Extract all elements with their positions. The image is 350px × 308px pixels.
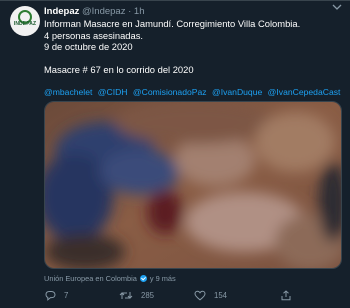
display-name[interactable]: Indepaz: [44, 6, 79, 17]
avatar-logo-text: INDEPAZ: [13, 21, 37, 27]
like-button[interactable]: 154: [194, 290, 227, 301]
mentions: @mbachelet @CIDH @ComisionadoPaz @IvanDu…: [44, 87, 343, 97]
credit-name: Unión Europea en Colombia: [44, 274, 137, 283]
tweet-text: Informan Masacre en Jamundí. Corregimien…: [44, 18, 342, 76]
top-divider: [0, 0, 350, 1]
user-handle[interactable]: @Indepaz: [82, 6, 125, 17]
tweet-media-image[interactable]: [44, 101, 342, 269]
share-button[interactable]: [280, 290, 292, 301]
reply-count: 7: [64, 291, 69, 300]
media-credit[interactable]: Unión Europea en Colombia y 9 más: [44, 274, 176, 283]
retweet-icon: [119, 290, 133, 301]
mention-link[interactable]: @CIDH: [98, 87, 128, 97]
mention-link[interactable]: @ComisionadoPaz: [133, 87, 207, 97]
share-icon: [280, 290, 292, 301]
action-bar: 7 285 154: [44, 290, 342, 304]
tweet-header: Indepaz @Indepaz · 1h: [44, 6, 145, 17]
mention-link[interactable]: @IvanDuque: [212, 87, 262, 97]
mention-link[interactable]: @IvanCepedaCast: [268, 87, 341, 97]
reply-button[interactable]: 7: [44, 290, 68, 301]
timestamp[interactable]: 1h: [134, 6, 145, 17]
tweet-line: 4 personas asesinadas.: [44, 29, 144, 41]
tweet-line: 9 de octubre de 2020: [44, 41, 133, 53]
separator: ·: [128, 6, 132, 17]
chevron-down-icon[interactable]: [332, 3, 342, 13]
tweet-line: Informan Masacre en Jamundí. Corregimien…: [44, 18, 301, 29]
verified-badge-icon: [139, 275, 147, 282]
credit-rest: y 9 más: [149, 274, 176, 283]
like-count: 154: [214, 291, 228, 300]
heart-icon: [194, 290, 206, 301]
retweet-button[interactable]: 285: [119, 290, 154, 301]
retweet-count: 285: [141, 291, 155, 300]
reply-icon: [44, 290, 56, 301]
avatar[interactable]: INDEPAZ: [10, 6, 40, 36]
tweet-line: [44, 53, 342, 65]
tweet-line: Masacre # 67 en lo corrido del 2020: [44, 64, 194, 76]
mention-link[interactable]: @mbachelet: [44, 87, 92, 97]
